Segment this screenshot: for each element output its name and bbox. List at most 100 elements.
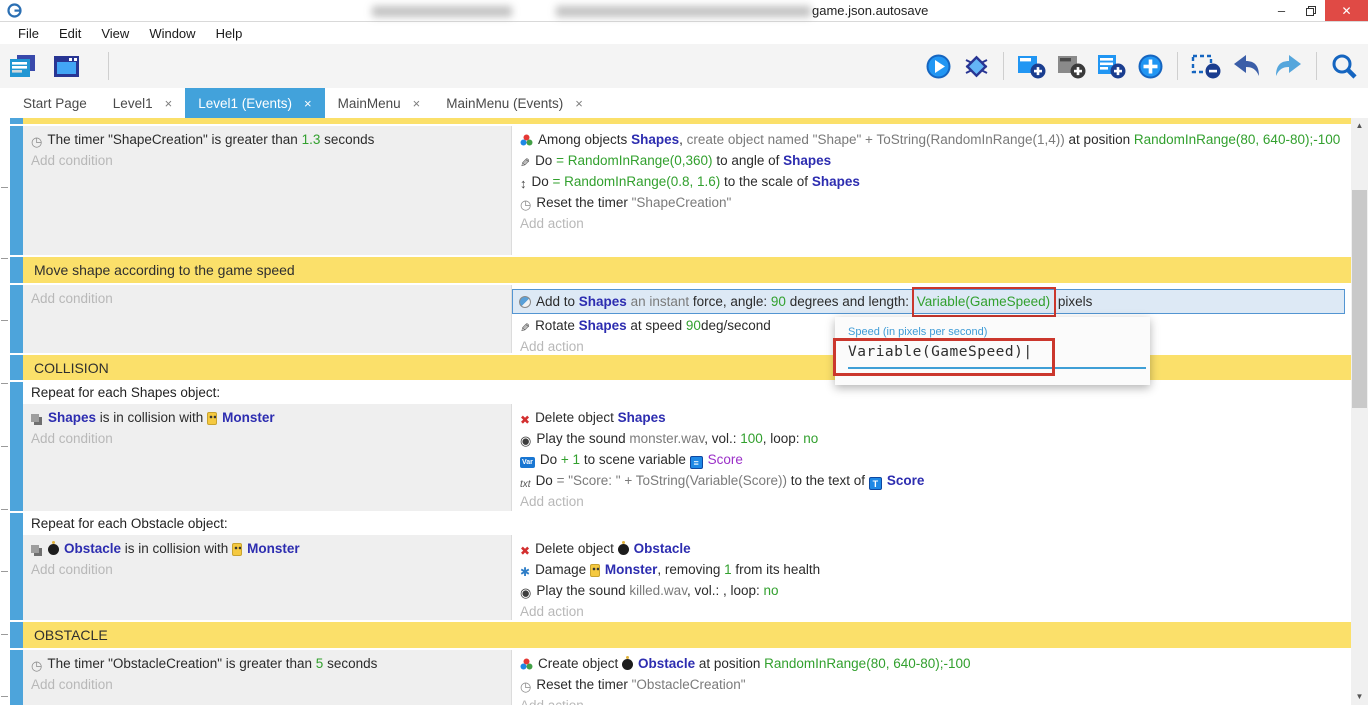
tab-label: Level1 [113, 96, 153, 111]
text-run: Obstacle [64, 541, 121, 556]
text-run: Among objects [538, 132, 631, 147]
add-condition-button[interactable]: Add condition [23, 428, 511, 449]
timer-icon: ◷ [31, 659, 42, 672]
obstacle-icon [622, 659, 633, 670]
add-condition-button[interactable]: Add condition [23, 288, 511, 309]
menu-item-edit[interactable]: Edit [49, 26, 91, 41]
repeat-header[interactable]: Repeat for each Shapes object: [23, 382, 1351, 404]
tab-level1[interactable]: Level1 × [100, 88, 185, 118]
text-run: no [764, 583, 779, 598]
close-button[interactable]: ✕ [1325, 0, 1368, 21]
gdevelop-logo-icon [7, 3, 22, 23]
delete-icon: ✖ [520, 414, 530, 426]
text-run: Shapes [618, 410, 666, 425]
actions-column: ✖Delete object Obstacle✱Damage Monster, … [512, 535, 1351, 620]
undo-icon[interactable] [1232, 54, 1262, 79]
action-line[interactable]: ✱Damage Monster, removing 1 from its hea… [512, 559, 1351, 580]
toolbar-left-group [0, 52, 111, 80]
scale-icon: ↕ [520, 177, 527, 190]
tab-mainmenu[interactable]: MainMenu × [325, 88, 434, 118]
text-run: Do [535, 153, 556, 168]
text-object-icon: T [869, 477, 882, 490]
condition-line[interactable]: Shapes is in collision with Monster [23, 407, 511, 428]
action-line[interactable]: Among objects Shapes, create object name… [512, 129, 1351, 150]
close-tab-icon[interactable]: × [413, 96, 421, 111]
menu-item-window[interactable]: Window [139, 26, 205, 41]
debug-icon[interactable] [963, 53, 990, 80]
play-icon[interactable] [925, 53, 952, 80]
text-run: Reset the timer [536, 195, 631, 210]
tab-label: MainMenu [338, 96, 401, 111]
action-line[interactable]: ✖Delete object Obstacle [512, 538, 1351, 559]
tab-label: MainMenu (Events) [446, 96, 563, 111]
text-run: 90 [771, 294, 786, 309]
add-condition-button[interactable]: Add condition [23, 150, 511, 171]
start-scene-icon[interactable] [52, 53, 82, 80]
search-icon[interactable] [1330, 52, 1358, 80]
scroll-up-arrow[interactable]: ▲ [1351, 118, 1368, 134]
text-run: Do [540, 452, 561, 467]
add-action-button[interactable]: Add action [512, 601, 1351, 622]
action-line[interactable]: Create object Obstacle at position Rando… [512, 653, 1351, 674]
scrollbar-thumb[interactable] [1352, 190, 1367, 408]
comment-text[interactable]: OBSTACLE [23, 622, 1351, 648]
sound-icon: ◉ [520, 434, 531, 447]
text-run: at speed [627, 318, 686, 333]
comment-text[interactable]: Move shape according to the game speed [23, 257, 1351, 283]
text-run: is in collision with [96, 410, 207, 425]
menu-item-help[interactable]: Help [206, 26, 253, 41]
text-run: = RandomInRange(0,360) [556, 153, 712, 168]
add-action-button[interactable]: Add action [512, 491, 1351, 512]
condition-line[interactable]: ◷The timer "ObstacleCreation" is greater… [23, 653, 511, 674]
add-action-button[interactable]: Add action [512, 213, 1351, 234]
conditions-column: ◷The timer "ShapeCreation" is greater th… [23, 126, 511, 255]
add-condition-button[interactable]: Add condition [23, 674, 511, 695]
actions-column: Among objects Shapes, create object name… [512, 126, 1351, 255]
text-run: , vol.: [704, 431, 740, 446]
action-line[interactable]: ✎Do = RandomInRange(0,360) to angle of S… [512, 150, 1351, 171]
conditions-column: ◷The timer "ObstacleCreation" is greater… [23, 650, 511, 705]
close-tab-icon[interactable]: × [575, 96, 583, 111]
minimize-button[interactable]: – [1267, 0, 1296, 21]
obstacle-icon [618, 544, 629, 555]
add-action-button[interactable]: Add action [512, 695, 1351, 705]
scroll-down-arrow[interactable]: ▼ [1351, 689, 1368, 705]
tab-start-page[interactable]: Start Page [10, 88, 100, 118]
action-line[interactable]: VarDo + 1 to scene variable ≡Score [512, 449, 1351, 470]
add-circle-icon[interactable] [1137, 53, 1164, 80]
text-run: Rotate [535, 318, 579, 333]
add-condition-button[interactable]: Add condition [23, 559, 511, 580]
action-line[interactable]: ◉Play the sound killed.wav, vol.: , loop… [512, 580, 1351, 601]
add-comment-icon[interactable] [1097, 53, 1126, 80]
toolbar-separator [1316, 52, 1317, 80]
redo-icon[interactable] [1273, 54, 1303, 79]
vertical-scrollbar[interactable]: ▲ ▼ [1351, 118, 1368, 705]
add-subevent-icon[interactable] [1057, 53, 1086, 80]
monster-icon [232, 543, 242, 556]
close-tab-icon[interactable]: × [165, 96, 173, 111]
remove-event-icon[interactable] [1191, 53, 1221, 80]
action-line[interactable]: ◉Play the sound monster.wav, vol.: 100, … [512, 428, 1351, 449]
action-line[interactable]: txtDo = "Score: " + ToString(Variable(Sc… [512, 470, 1351, 491]
project-manager-icon[interactable] [8, 53, 38, 80]
restore-button[interactable] [1296, 0, 1325, 21]
repeat-header[interactable]: Repeat for each Obstacle object: [23, 513, 1351, 535]
menu-item-file[interactable]: File [8, 26, 49, 41]
comment-text[interactable]: COLLISION [23, 355, 1351, 380]
condition-line[interactable]: Obstacle is in collision with Monster [23, 538, 511, 559]
tab-level1-events-[interactable]: Level1 (Events)× [185, 88, 324, 118]
gdevelop-window: game.json.autosave – ✕ FileEditViewWindo… [0, 0, 1368, 705]
condition-line[interactable]: ◷The timer "ShapeCreation" is greater th… [23, 129, 511, 150]
action-line[interactable]: ◷Reset the timer "ObstacleCreation" [512, 674, 1351, 695]
tab-mainmenu-events-[interactable]: MainMenu (Events) × [433, 88, 596, 118]
action-line-selected[interactable]: Add to Shapes an instant force, angle: 9… [512, 289, 1345, 314]
menu-item-view[interactable]: View [91, 26, 139, 41]
text-run: Reset the timer [536, 677, 631, 692]
action-line[interactable]: ◷Reset the timer "ShapeCreation" [512, 192, 1351, 213]
action-line[interactable]: ✖Delete object Shapes [512, 407, 1351, 428]
event-indent-strip [10, 118, 23, 124]
action-line[interactable]: ↕Do = RandomInRange(0.8, 1.6) to the sca… [512, 171, 1351, 192]
add-event-icon[interactable] [1017, 53, 1046, 80]
close-tab-icon[interactable]: × [304, 96, 312, 111]
text-run: Score [708, 452, 743, 467]
